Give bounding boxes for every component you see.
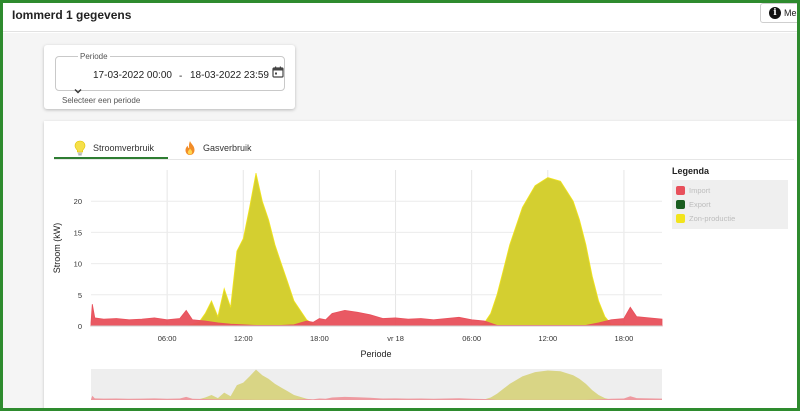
x-tick-label: 12:00 xyxy=(538,334,557,343)
x-tick-label: vr 18 xyxy=(387,334,404,343)
y-tick-label: 0 xyxy=(78,322,82,331)
x-tick-label: 12:00 xyxy=(234,334,253,343)
x-tick-label: 06:00 xyxy=(158,334,177,343)
chart-navigator[interactable] xyxy=(91,369,662,400)
power-chart: 06:00 12:00 18:00 vr 18 06:00 12:00 18:00 0 5 10 1… xyxy=(52,170,663,400)
x-axis-label: Periode xyxy=(360,349,391,359)
y-tick-label: 15 xyxy=(74,228,82,237)
y-tick-label: 20 xyxy=(74,197,82,206)
x-tick-label: 06:00 xyxy=(462,334,481,343)
y-axis-label: Stroom (kW) xyxy=(52,223,62,274)
x-tick-label: 18:00 xyxy=(310,334,329,343)
y-tick-label: 10 xyxy=(74,260,82,269)
x-tick-label: 18:00 xyxy=(615,334,634,343)
y-tick-label: 5 xyxy=(78,291,82,300)
